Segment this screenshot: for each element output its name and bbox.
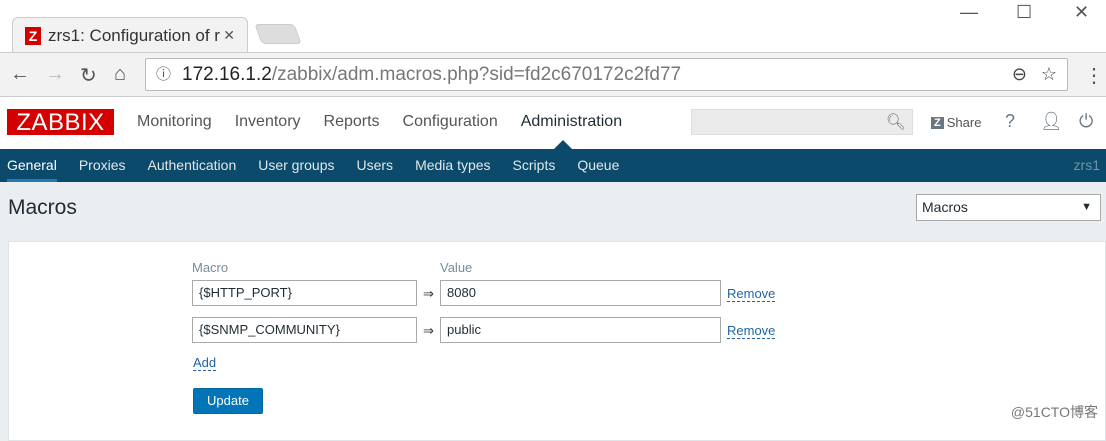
menu-reports[interactable]: Reports bbox=[324, 113, 380, 131]
page-title: Macros bbox=[8, 196, 77, 219]
user-profile-icon[interactable]: 👤︎ bbox=[1040, 111, 1063, 132]
menu-inventory[interactable]: Inventory bbox=[235, 113, 301, 131]
arrow-icon: ⇒ bbox=[423, 286, 434, 301]
subnav-users[interactable]: Users bbox=[357, 149, 394, 182]
new-tab-button[interactable] bbox=[254, 24, 302, 44]
search-input[interactable]: 🔍︎ bbox=[691, 109, 913, 135]
macro-column-label: Macro bbox=[192, 260, 229, 275]
url-input[interactable]: ⓘ 172.16.1.2/zabbix/adm.macros.php?sid=f… bbox=[145, 58, 1068, 91]
close-window-icon[interactable]: ✕ bbox=[1074, 2, 1089, 23]
remove-link[interactable]: Remove bbox=[727, 287, 776, 302]
menu-administration[interactable]: Administration bbox=[521, 113, 622, 131]
subnav-authentication[interactable]: Authentication bbox=[148, 149, 237, 182]
maximize-icon[interactable]: ☐ bbox=[1016, 2, 1032, 23]
remove-link[interactable]: Remove bbox=[727, 324, 776, 339]
macro-input[interactable]: {$HTTP_PORT} bbox=[192, 280, 417, 306]
address-bar-area: ← → ↻ ⌂ ⓘ 172.16.1.2/zabbix/adm.macros.p… bbox=[0, 52, 1106, 97]
home-icon[interactable]: ⌂ bbox=[114, 63, 126, 86]
subnav-scripts[interactable]: Scripts bbox=[513, 149, 556, 182]
zabbix-header: ZABBIX Monitoring Inventory Reports Conf… bbox=[0, 97, 1106, 149]
menu-monitoring[interactable]: Monitoring bbox=[137, 113, 212, 131]
browser-tab[interactable]: Z zrs1: Configuration of r ✕ bbox=[12, 17, 248, 53]
update-button[interactable]: Update bbox=[193, 388, 263, 414]
info-icon[interactable]: ⓘ bbox=[156, 59, 171, 90]
minimize-icon[interactable]: — bbox=[960, 2, 978, 23]
reload-icon[interactable]: ↻ bbox=[80, 63, 97, 88]
zabbix-favicon-icon: Z bbox=[25, 26, 41, 45]
close-tab-icon[interactable]: ✕ bbox=[223, 27, 235, 44]
tab-title: zrs1: Configuration of r bbox=[48, 25, 220, 45]
zabbix-logo[interactable]: ZABBIX bbox=[7, 109, 114, 136]
chevron-down-icon: ▼ bbox=[1081, 201, 1092, 213]
back-icon[interactable]: ← bbox=[10, 63, 30, 86]
subnav-general[interactable]: General bbox=[7, 149, 57, 182]
value-column-label: Value bbox=[440, 260, 473, 275]
browser-tabstrip: Z zrs1: Configuration of r ✕ — ☐ ✕ bbox=[0, 0, 1106, 55]
add-link[interactable]: Add bbox=[193, 356, 217, 371]
browser-menu-icon[interactable]: ⋮ bbox=[1084, 63, 1104, 88]
value-input[interactable]: public bbox=[440, 317, 721, 343]
sub-navigation: General Proxies Authentication User grou… bbox=[0, 149, 1106, 182]
help-icon[interactable]: ? bbox=[1005, 111, 1015, 132]
forward-icon[interactable]: → bbox=[45, 63, 65, 86]
select-value: Macros bbox=[922, 199, 968, 215]
search-icon[interactable]: 🔍︎ bbox=[886, 112, 906, 132]
macros-form: Macro Value {$HTTP_PORT} ⇒ 8080 Remove {… bbox=[8, 241, 1106, 441]
share-icon: Z bbox=[931, 116, 944, 129]
menu-configuration[interactable]: Configuration bbox=[403, 113, 498, 131]
arrow-icon: ⇒ bbox=[423, 323, 434, 338]
share-button[interactable]: Z Share bbox=[931, 115, 981, 130]
zoom-icon[interactable]: ⊖ bbox=[1012, 59, 1027, 90]
subnav-user-groups[interactable]: User groups bbox=[258, 149, 334, 182]
url-host: 172.16.1.2 bbox=[182, 64, 272, 85]
share-label: Share bbox=[946, 115, 982, 130]
logout-power-icon[interactable]: ⏻ bbox=[1079, 111, 1093, 132]
watermark: @51CTO博客 bbox=[1010, 404, 1098, 420]
value-input[interactable]: 8080 bbox=[440, 280, 721, 306]
server-name: zrs1 bbox=[1073, 157, 1100, 173]
subnav-proxies[interactable]: Proxies bbox=[79, 149, 126, 182]
subnav-media-types[interactable]: Media types bbox=[415, 149, 490, 182]
page-select-dropdown[interactable]: ▼ Macros bbox=[916, 194, 1101, 221]
subnav-queue[interactable]: Queue bbox=[577, 149, 619, 182]
url-path: /zabbix/adm.macros.php?sid=fd2c670172c2f… bbox=[271, 64, 682, 85]
macro-input[interactable]: {$SNMP_COMMUNITY} bbox=[192, 317, 417, 343]
main-menu: Monitoring Inventory Reports Configurati… bbox=[137, 113, 622, 131]
active-menu-pointer bbox=[554, 140, 572, 149]
bookmark-star-icon[interactable]: ☆ bbox=[1041, 59, 1057, 90]
